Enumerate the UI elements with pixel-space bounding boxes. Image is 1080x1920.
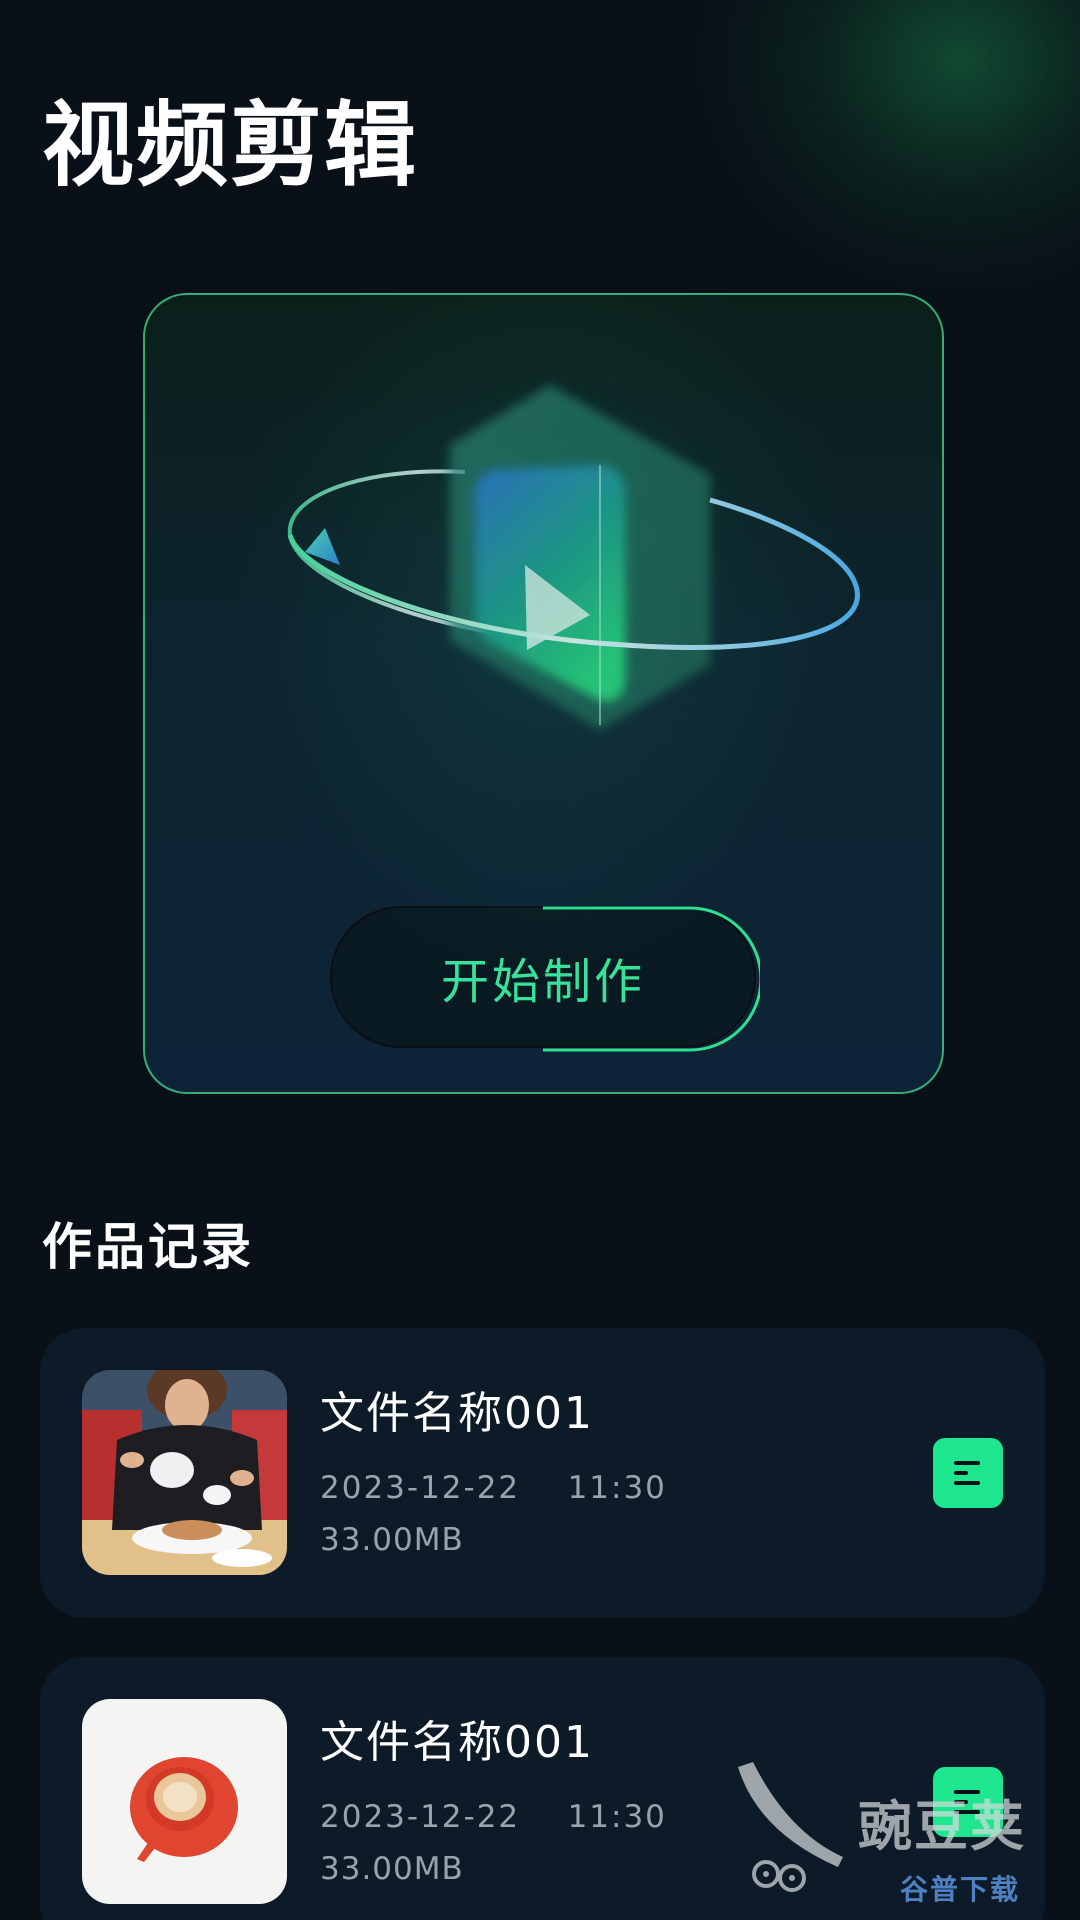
coffee-cup-photo xyxy=(82,1699,287,1904)
start-create-label: 开始制作 xyxy=(440,954,645,1010)
file-size: 33.00MB xyxy=(320,1851,464,1887)
tea-pouring-photo xyxy=(82,1370,287,1575)
video-cube-orbit-icon xyxy=(287,385,860,730)
record-menu-button[interactable] xyxy=(933,1438,1003,1508)
hero-card: 开始制作 xyxy=(143,293,944,1094)
file-size: 33.00MB xyxy=(320,1522,464,1558)
watermark-sub-text: 谷普下载 xyxy=(900,1873,1021,1906)
records-section-title: 作品记录 xyxy=(42,1218,254,1276)
file-date: 2023-12-22 11:30 xyxy=(320,1799,667,1835)
start-create-button[interactable]: 开始制作 xyxy=(330,906,760,1052)
screen: 视频剪辑 开始制作 作品记录 文件名称001 2023-12-22 11:30 … xyxy=(0,0,1080,1920)
record-item[interactable]: 文件名称001 2023-12-22 11:30 33.00MB xyxy=(40,1328,1045,1618)
corner-glow xyxy=(700,0,1080,290)
file-name: 文件名称001 xyxy=(320,1717,594,1768)
peapod-logo-icon xyxy=(738,1762,843,1892)
watermark: 豌豆荚 谷普下载 xyxy=(728,1762,1048,1920)
page-title: 视频剪辑 xyxy=(42,92,419,199)
menu-lines-icon xyxy=(954,1461,980,1485)
file-name: 文件名称001 xyxy=(320,1388,594,1439)
file-date: 2023-12-22 11:30 xyxy=(320,1470,667,1506)
watermark-main-text: 豌豆荚 xyxy=(858,1795,1026,1858)
